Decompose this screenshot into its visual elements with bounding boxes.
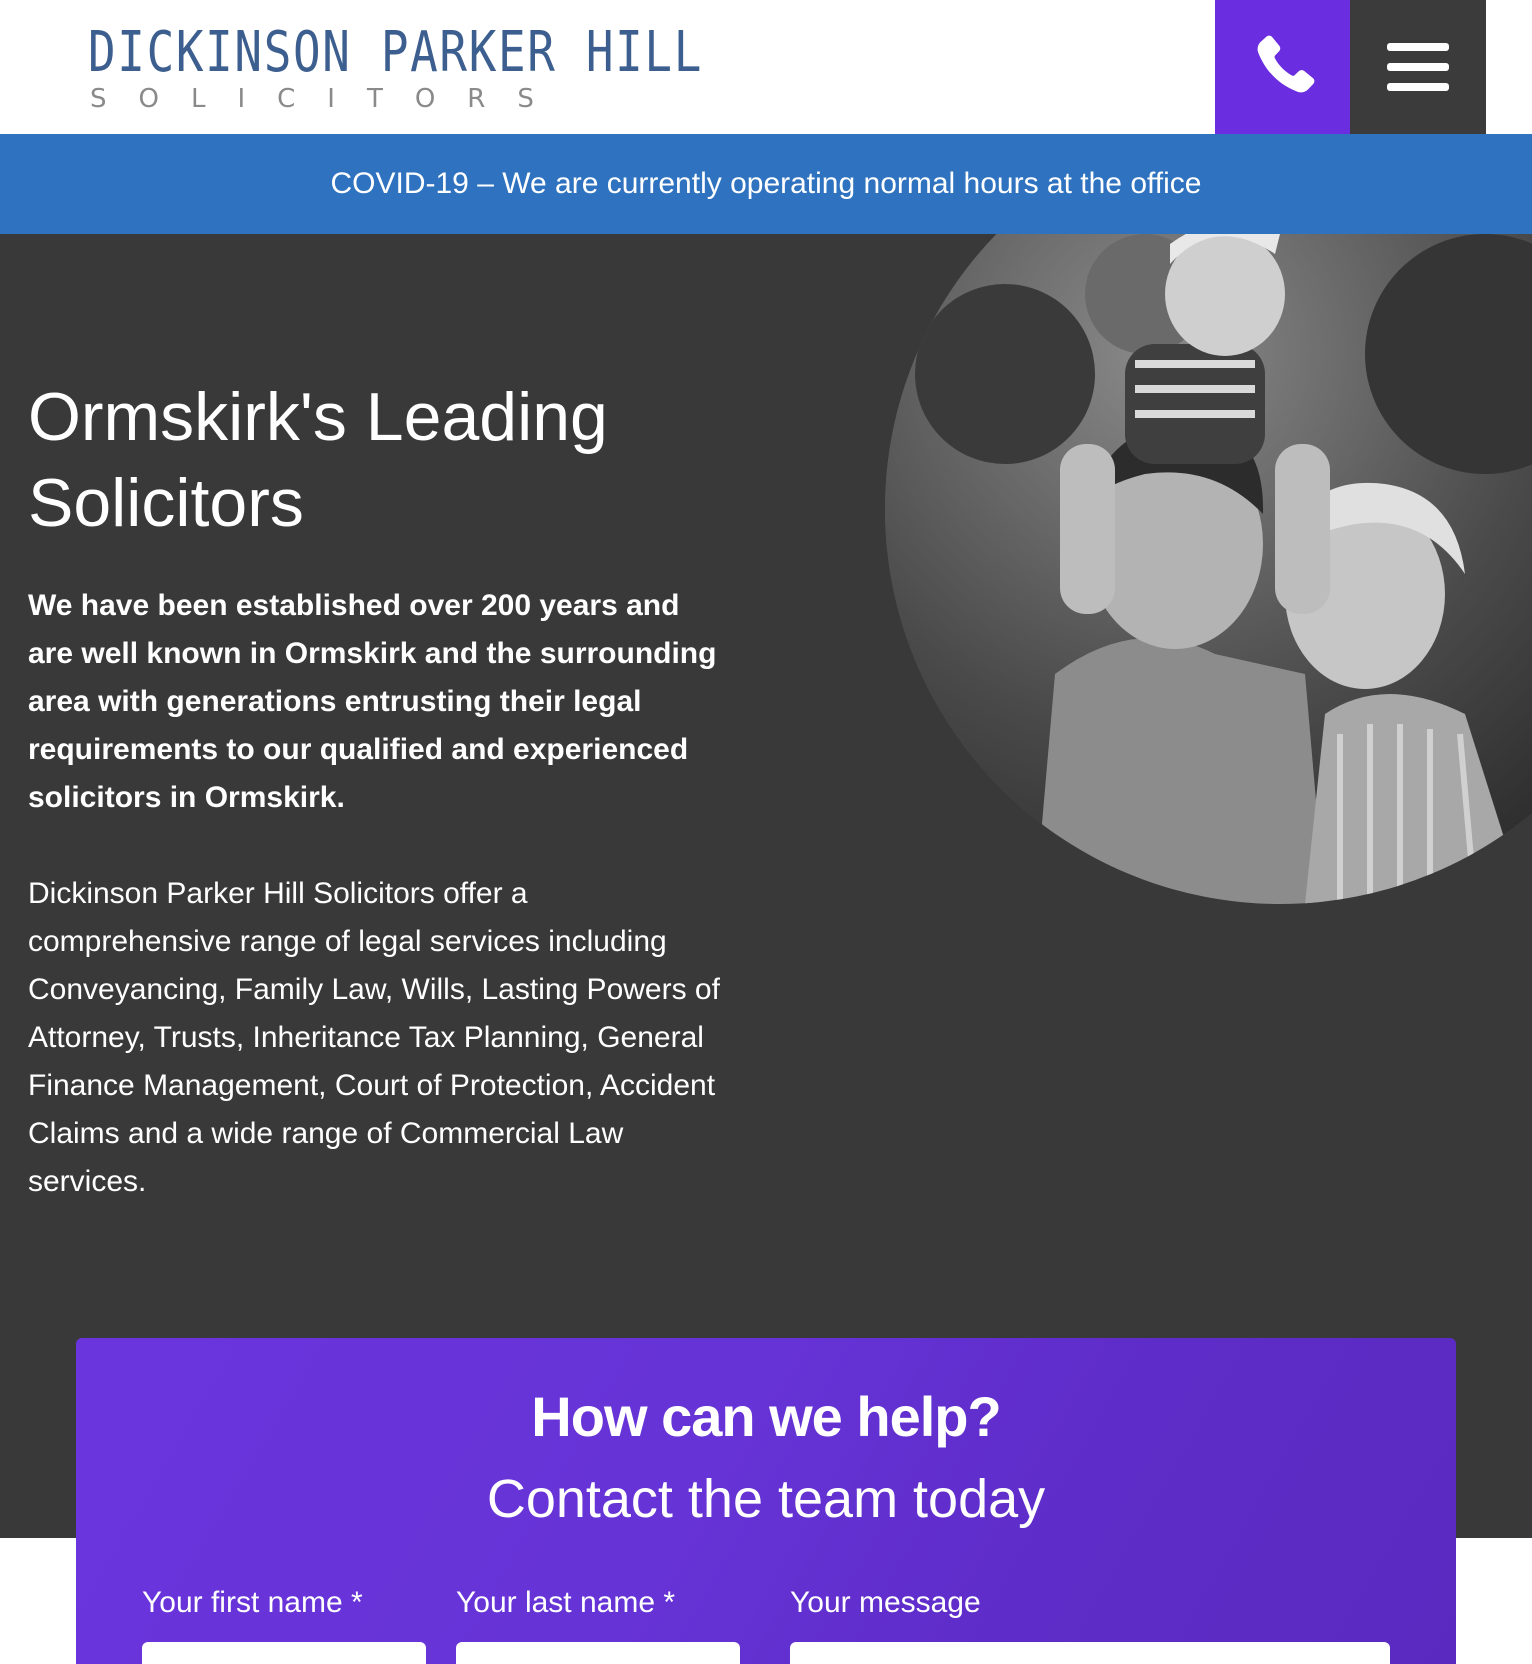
first-name-field[interactable]: [142, 1642, 426, 1664]
message-field[interactable]: [790, 1642, 1390, 1664]
contact-form-panel: How can we help? Contact the team today …: [76, 1338, 1456, 1664]
contact-subheading: Contact the team today: [486, 1469, 1046, 1529]
last-name-field[interactable]: [456, 1642, 740, 1664]
first-name-label: Your first name *: [142, 1586, 363, 1619]
site-logo[interactable]: DICKINSON PARKER HILL SOLICITORS: [88, 14, 701, 124]
covid-notice-bar: COVID-19 – We are currently operating no…: [0, 134, 1532, 234]
menu-button[interactable]: [1350, 0, 1486, 134]
logo-main-text: DICKINSON PARKER HILL: [88, 20, 704, 85]
last-name-label: Your last name *: [456, 1586, 676, 1619]
site-header: DICKINSON PARKER HILL SOLICITORS: [0, 0, 1532, 134]
family-photo-illustration: [885, 234, 1532, 904]
family-photo: [885, 234, 1532, 904]
logo-sub-text: SOLICITORS: [90, 84, 566, 114]
covid-notice-text: COVID-19 – We are currently operating no…: [330, 167, 1202, 200]
hero-lead-paragraph: We have been established over 200 years …: [28, 589, 717, 814]
contact-heading: How can we help?: [531, 1385, 1001, 1448]
hamburger-menu-icon: [1387, 43, 1449, 91]
call-button[interactable]: [1215, 0, 1350, 134]
phone-icon: [1257, 35, 1314, 93]
page-title: Ormskirk's Leading Solicitors: [28, 379, 608, 541]
hero-services-paragraph: Dickinson Parker Hill Solicitors offer a…: [28, 877, 720, 1198]
message-label: Your message: [790, 1586, 981, 1619]
